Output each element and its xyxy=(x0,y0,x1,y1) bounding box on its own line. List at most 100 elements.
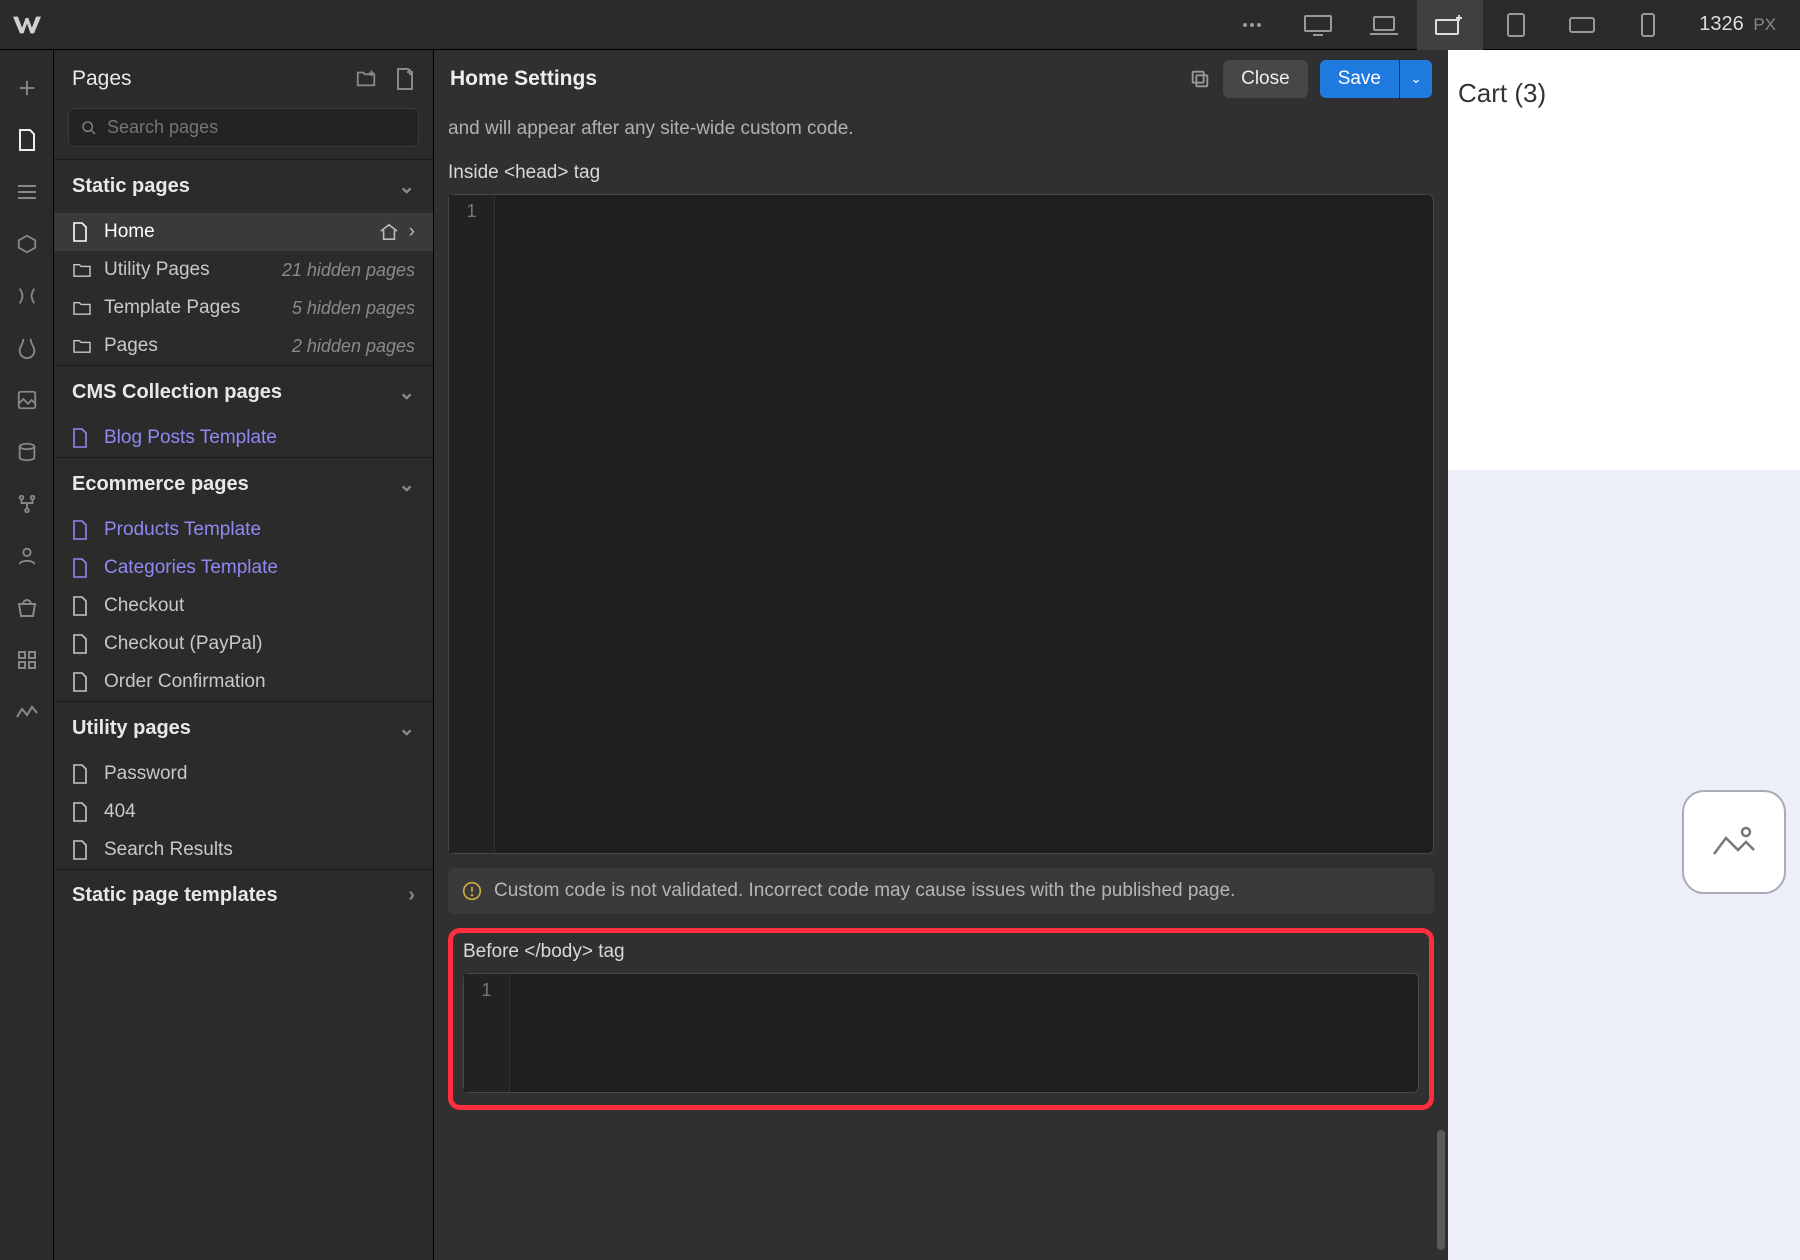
ecom-pages-section[interactable]: Ecommerce pages ⌄ xyxy=(54,457,433,511)
static-pages-section[interactable]: Static pages ⌄ xyxy=(54,159,433,213)
audit-icon[interactable] xyxy=(0,690,54,734)
phone-icon[interactable] xyxy=(1615,0,1681,50)
new-folder-icon[interactable] xyxy=(355,67,377,91)
laptop-icon[interactable] xyxy=(1351,0,1417,50)
home-icon xyxy=(379,223,399,241)
page-password[interactable]: Password xyxy=(54,755,433,793)
chevron-right-icon: › xyxy=(409,221,415,243)
add-icon[interactable] xyxy=(0,66,54,110)
page-pages-folder[interactable]: Pages 2 hidden pages xyxy=(54,327,433,365)
folder-icon xyxy=(72,300,92,316)
copy-icon[interactable] xyxy=(1189,68,1211,90)
app-logo[interactable] xyxy=(0,16,54,34)
head-code-editor[interactable]: 1 xyxy=(448,194,1434,854)
page-blog-posts-template[interactable]: Blog Posts Template xyxy=(54,419,433,457)
pages-title: Pages xyxy=(72,67,132,91)
page-checkout[interactable]: Checkout xyxy=(54,587,433,625)
navigator-icon[interactable] xyxy=(0,170,54,214)
canvas-width-value: 1326 xyxy=(1699,13,1744,35)
page-pages-meta: 2 hidden pages xyxy=(292,336,415,357)
topbar: 1326 PX xyxy=(0,0,1800,50)
page-search-results[interactable]: Search Results xyxy=(54,831,433,869)
preview-floating-button[interactable] xyxy=(1682,790,1786,894)
body-code-highlight: Before </body> tag 1 xyxy=(448,928,1434,1110)
cms-icon[interactable] xyxy=(0,430,54,474)
ecommerce-icon[interactable] xyxy=(0,586,54,630)
checkout-label: Checkout xyxy=(104,595,184,617)
canvas-width-unit: PX xyxy=(1753,15,1776,34)
utility-pages-section[interactable]: Utility pages ⌄ xyxy=(54,701,433,755)
page-template-label: Template Pages xyxy=(104,297,240,319)
save-dropdown-button[interactable]: ⌄ xyxy=(1400,60,1432,98)
page-categories-template[interactable]: Categories Template xyxy=(54,549,433,587)
page-utility-label: Utility Pages xyxy=(104,259,210,281)
ecom-pages-label: Ecommerce pages xyxy=(72,473,249,496)
preview-panel: Cart (3) xyxy=(1448,50,1800,1260)
scrollbar-thumb[interactable] xyxy=(1437,1130,1445,1250)
chevron-down-icon: ⌄ xyxy=(398,380,415,405)
products-template-label: Products Template xyxy=(104,519,261,541)
chevron-down-icon: ⌄ xyxy=(398,174,415,199)
page-utility-meta: 21 hidden pages xyxy=(282,260,415,281)
users-icon[interactable] xyxy=(0,534,54,578)
page-products-template[interactable]: Products Template xyxy=(54,511,433,549)
assets-icon[interactable] xyxy=(0,378,54,422)
cms-pages-section[interactable]: CMS Collection pages ⌄ xyxy=(54,365,433,419)
static-pages-label: Static pages xyxy=(72,175,190,198)
search-pages-input[interactable] xyxy=(68,108,419,147)
apps-icon[interactable] xyxy=(0,638,54,682)
page-home-label: Home xyxy=(104,221,155,243)
cms-pages-label: CMS Collection pages xyxy=(72,381,282,404)
utility-pages-label: Utility pages xyxy=(72,717,191,740)
folder-icon xyxy=(72,338,92,354)
body-code-label: Before </body> tag xyxy=(463,941,1419,963)
page-template-meta: 5 hidden pages xyxy=(292,298,415,319)
styles-icon[interactable] xyxy=(0,326,54,370)
404-label: 404 xyxy=(104,801,136,823)
code-warning: Custom code is not validated. Incorrect … xyxy=(448,868,1434,914)
close-button[interactable]: Close xyxy=(1223,60,1308,98)
search-pages-field[interactable] xyxy=(107,117,406,138)
page-icon xyxy=(72,558,92,578)
chevron-right-icon: › xyxy=(408,884,415,907)
preview-header: Cart (3) xyxy=(1448,50,1800,470)
page-icon xyxy=(72,840,92,860)
logic-icon[interactable] xyxy=(0,482,54,526)
left-toolbar xyxy=(0,50,54,1260)
order-confirmation-label: Order Confirmation xyxy=(104,671,266,693)
page-icon xyxy=(72,802,92,822)
page-404[interactable]: 404 xyxy=(54,793,433,831)
variables-icon[interactable] xyxy=(0,274,54,318)
folder-icon xyxy=(72,262,92,278)
page-home[interactable]: Home › xyxy=(54,213,433,251)
page-icon xyxy=(72,222,92,242)
more-icon[interactable] xyxy=(1219,0,1285,50)
page-pages-label: Pages xyxy=(104,335,158,357)
tablet-icon[interactable] xyxy=(1483,0,1549,50)
page-icon xyxy=(72,428,92,448)
custom-breakpoint-icon[interactable] xyxy=(1417,0,1483,50)
preview-body xyxy=(1448,470,1800,1260)
desktop-icon[interactable] xyxy=(1285,0,1351,50)
checkout-paypal-label: Checkout (PayPal) xyxy=(104,633,262,655)
components-icon[interactable] xyxy=(0,222,54,266)
password-label: Password xyxy=(104,763,187,785)
body-code-editor[interactable]: 1 xyxy=(463,973,1419,1093)
chevron-down-icon: ⌄ xyxy=(398,716,415,741)
pages-icon[interactable] xyxy=(0,118,54,162)
save-button[interactable]: Save xyxy=(1320,60,1399,98)
static-templates-label: Static page templates xyxy=(72,884,278,907)
page-utility-folder[interactable]: Utility Pages 21 hidden pages xyxy=(54,251,433,289)
line-number: 1 xyxy=(464,974,510,1092)
new-page-icon[interactable] xyxy=(395,67,415,91)
page-icon xyxy=(72,672,92,692)
page-order-confirmation[interactable]: Order Confirmation xyxy=(54,663,433,701)
static-templates-section[interactable]: Static page templates › xyxy=(54,869,433,921)
custom-code-desc: and will appear after any site-wide cust… xyxy=(448,108,1434,156)
canvas-width-label: 1326 PX xyxy=(1681,13,1800,36)
blog-posts-label: Blog Posts Template xyxy=(104,427,277,449)
landscape-phone-icon[interactable] xyxy=(1549,0,1615,50)
page-checkout-paypal[interactable]: Checkout (PayPal) xyxy=(54,625,433,663)
search-results-label: Search Results xyxy=(104,839,233,861)
page-template-folder[interactable]: Template Pages 5 hidden pages xyxy=(54,289,433,327)
